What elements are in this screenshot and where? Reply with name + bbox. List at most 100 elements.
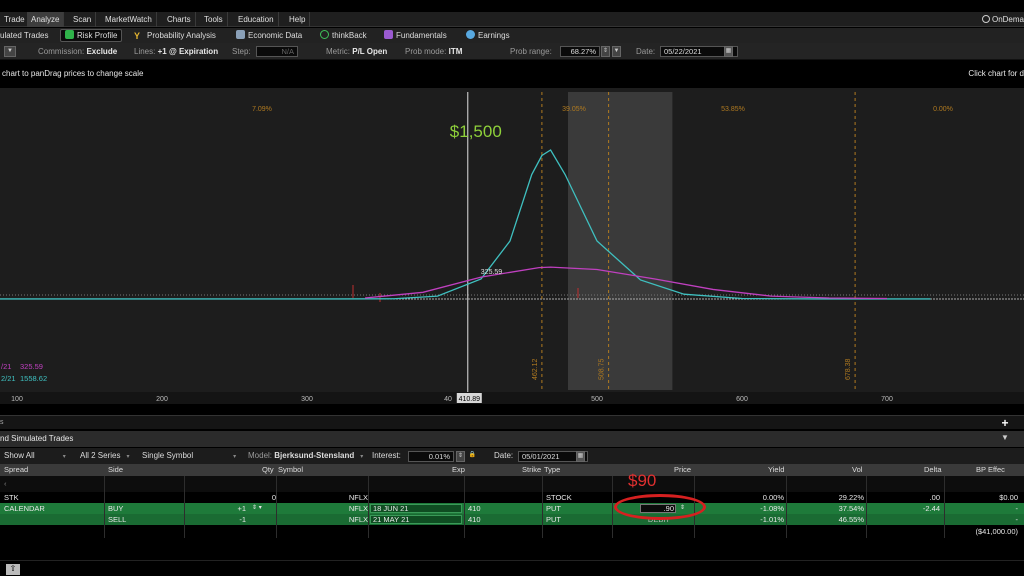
risk-profile-chart[interactable]: 462.12 508.75 678.38 7.09% 39.05% 53.85% 0.00%…: [0, 88, 1024, 404]
step-label: Step:: [232, 47, 251, 56]
interest-field[interactable]: 0.01%: [408, 451, 454, 462]
col-spread[interactable]: Spread: [4, 464, 28, 476]
model-value: Bjerksund-Stensland: [274, 451, 355, 460]
cell-strike[interactable]: 410: [468, 503, 481, 514]
commission-label: Commission:: [38, 47, 85, 56]
interest-stepper[interactable]: ⇕: [456, 451, 465, 462]
column-divider: [944, 476, 945, 538]
panel-separator: s +: [0, 415, 1024, 429]
ondemand-button[interactable]: OnDema: [981, 12, 1024, 27]
chevron-down-icon: ▾: [126, 454, 130, 460]
col-delta[interactable]: Delta: [924, 464, 942, 476]
cell-qty[interactable]: +1: [210, 503, 246, 514]
dropdown-icon[interactable]: ▼: [4, 46, 16, 57]
col-exp[interactable]: Exp: [452, 464, 465, 476]
tab-simulated-trades[interactable]: ulated Trades: [0, 28, 48, 43]
menu-education[interactable]: Education: [234, 12, 279, 27]
probmode-setting[interactable]: Prob mode: ITM: [405, 43, 462, 60]
probability-pct-label: 7.09%: [252, 106, 272, 113]
col-type[interactable]: Type: [544, 464, 560, 476]
calendar-icon[interactable]: ▦: [724, 46, 733, 57]
probability-pct-label: 53.85%: [721, 106, 745, 113]
cell-bp-effect: -: [1015, 504, 1019, 513]
tab-economic-data[interactable]: Economic Data: [236, 28, 302, 43]
cell-delta: .00: [929, 493, 940, 502]
metric-setting[interactable]: Metric: P/L Open: [326, 43, 387, 60]
analyze-subtabs: ulated Trades Risk Profile Y Probability …: [0, 28, 1024, 43]
commission-setting[interactable]: Commission: Exclude: [38, 43, 117, 60]
menu-tools[interactable]: Tools: [200, 12, 228, 27]
cell-type[interactable]: PUT: [546, 514, 561, 525]
menu-help[interactable]: Help: [285, 12, 311, 27]
col-vol[interactable]: Vol: [852, 464, 862, 476]
cell-type[interactable]: PUT: [546, 503, 561, 514]
menu-trade[interactable]: Trade: [0, 12, 30, 27]
simulated-trades-header: nd Simulated Trades ▼: [0, 431, 1024, 447]
qty-stepper-icon[interactable]: ⇕ ▾: [252, 503, 262, 514]
x-tick-label: 300: [301, 396, 313, 403]
col-qty[interactable]: Qty: [262, 464, 274, 476]
thinkback-label: thinkBack: [332, 31, 367, 40]
x-axis-strip: [0, 392, 1024, 404]
cell-side[interactable]: BUY: [108, 503, 123, 514]
table-row[interactable]: SELL -1 NFLX 21 MAY 21 410 PUT DEBIT -1.…: [0, 514, 1024, 525]
tab-risk-profile[interactable]: Risk Profile: [60, 29, 123, 42]
chart-canvas[interactable]: 462.12 508.75 678.38 7.09% 39.05% 53.85% 0.00%…: [0, 88, 1024, 404]
model-select[interactable]: Model: Bjerksund-Stensland ▾: [248, 448, 363, 464]
col-strike[interactable]: Strike: [522, 464, 541, 476]
lock-icon[interactable]: 🔒: [468, 451, 477, 462]
probrange-dropdown-icon[interactable]: ▼: [612, 46, 621, 57]
col-symbol[interactable]: Symbol: [278, 464, 303, 476]
x-tick-label: 200: [156, 396, 168, 403]
probability-range-shade: [568, 92, 673, 390]
main-menu-bar: Trade Analyze Scan MarketWatch Charts To…: [0, 12, 1024, 27]
tab-thinkback[interactable]: thinkBack: [320, 28, 367, 43]
symbol-filter-label: Single Symbol: [142, 451, 194, 460]
menu-marketwatch[interactable]: MarketWatch: [101, 12, 157, 27]
col-bp-effect[interactable]: BP Effec: [976, 464, 1005, 476]
lines-setting[interactable]: Lines: +1 @ Expiration: [134, 43, 218, 60]
series-filter[interactable]: All 2 Series ▾: [80, 448, 129, 464]
probability-pct-label: 0.00%: [933, 106, 953, 113]
table-row[interactable]: STK 0 NFLX STOCK 0.00% 29.22% .00 $0.00: [0, 492, 1024, 503]
cell-exp[interactable]: 18 JUN 21: [373, 503, 408, 514]
separator-mark: s: [0, 419, 4, 426]
bottom-status-bar: ⇧: [0, 560, 1024, 576]
cell-side[interactable]: SELL: [108, 514, 126, 525]
prob-boundary-label: 508.75: [599, 358, 606, 380]
column-divider: [612, 476, 613, 538]
collapse-icon[interactable]: ▼: [998, 433, 1012, 445]
calendar-icon[interactable]: ▦: [576, 451, 585, 462]
step-field[interactable]: N/A: [256, 46, 298, 57]
show-filter[interactable]: Show All ▾: [4, 448, 66, 464]
menu-analyze[interactable]: Analyze: [27, 12, 65, 27]
tab-probability-analysis[interactable]: Y Probability Analysis: [134, 28, 216, 43]
add-button[interactable]: +: [998, 417, 1012, 430]
cell-qty[interactable]: -1: [210, 514, 246, 525]
col-yield[interactable]: Yield: [768, 464, 784, 476]
tab-fundamentals[interactable]: Fundamentals: [384, 28, 447, 43]
cell-strike[interactable]: 410: [468, 514, 481, 525]
cell-vol: 37.54%: [838, 504, 864, 513]
fundamentals-label: Fundamentals: [396, 31, 447, 40]
symbol-filter[interactable]: Single Symbol ▾: [142, 448, 236, 464]
probrange-field[interactable]: 68.27%: [560, 46, 600, 57]
menu-charts[interactable]: Charts: [163, 12, 196, 27]
menu-scan[interactable]: Scan: [69, 12, 97, 27]
prob-boundary-label: 678.38: [845, 358, 852, 380]
probrange-stepper[interactable]: ⇕: [601, 46, 610, 57]
section-title: nd Simulated Trades: [0, 434, 74, 443]
cell-bp-effect: $0.00: [999, 493, 1018, 502]
cell-yield: -1.01%: [760, 515, 784, 524]
col-side[interactable]: Side: [108, 464, 123, 476]
cell-exp[interactable]: 21 MAY 21: [373, 514, 409, 525]
cell-bp-effect: -: [1015, 515, 1019, 524]
column-divider: [104, 476, 105, 538]
tab-earnings[interactable]: Earnings: [466, 28, 510, 43]
cell-delta: -2.44: [922, 504, 940, 513]
expand-icon[interactable]: ⇧: [6, 564, 20, 575]
table-row[interactable]: CALENDAR BUY +1 ⇕ ▾ NFLX 18 JUN 21 410 P…: [0, 503, 1024, 514]
trade-date-label: Date:: [494, 451, 514, 460]
col-price[interactable]: Price: [674, 464, 691, 476]
show-filter-label: Show All: [4, 451, 35, 460]
